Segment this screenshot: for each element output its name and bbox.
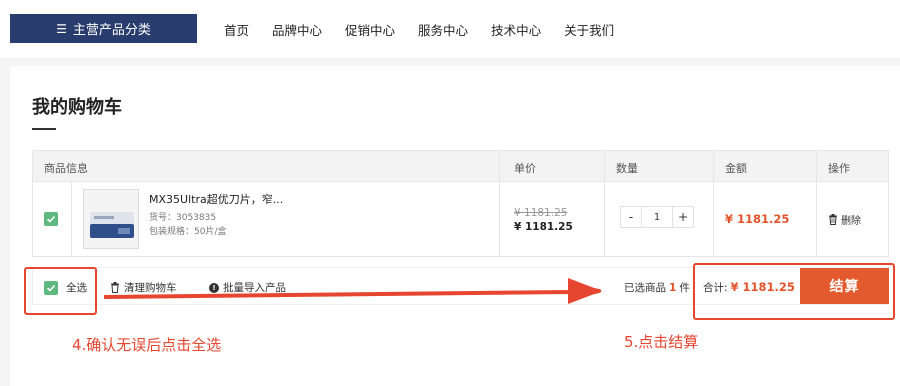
annotation-arrow — [103, 278, 602, 304]
annotation-step5: 5.点击结算 — [624, 333, 699, 351]
annotation-step4: 4.确认无误后点击全选 — [72, 336, 222, 354]
